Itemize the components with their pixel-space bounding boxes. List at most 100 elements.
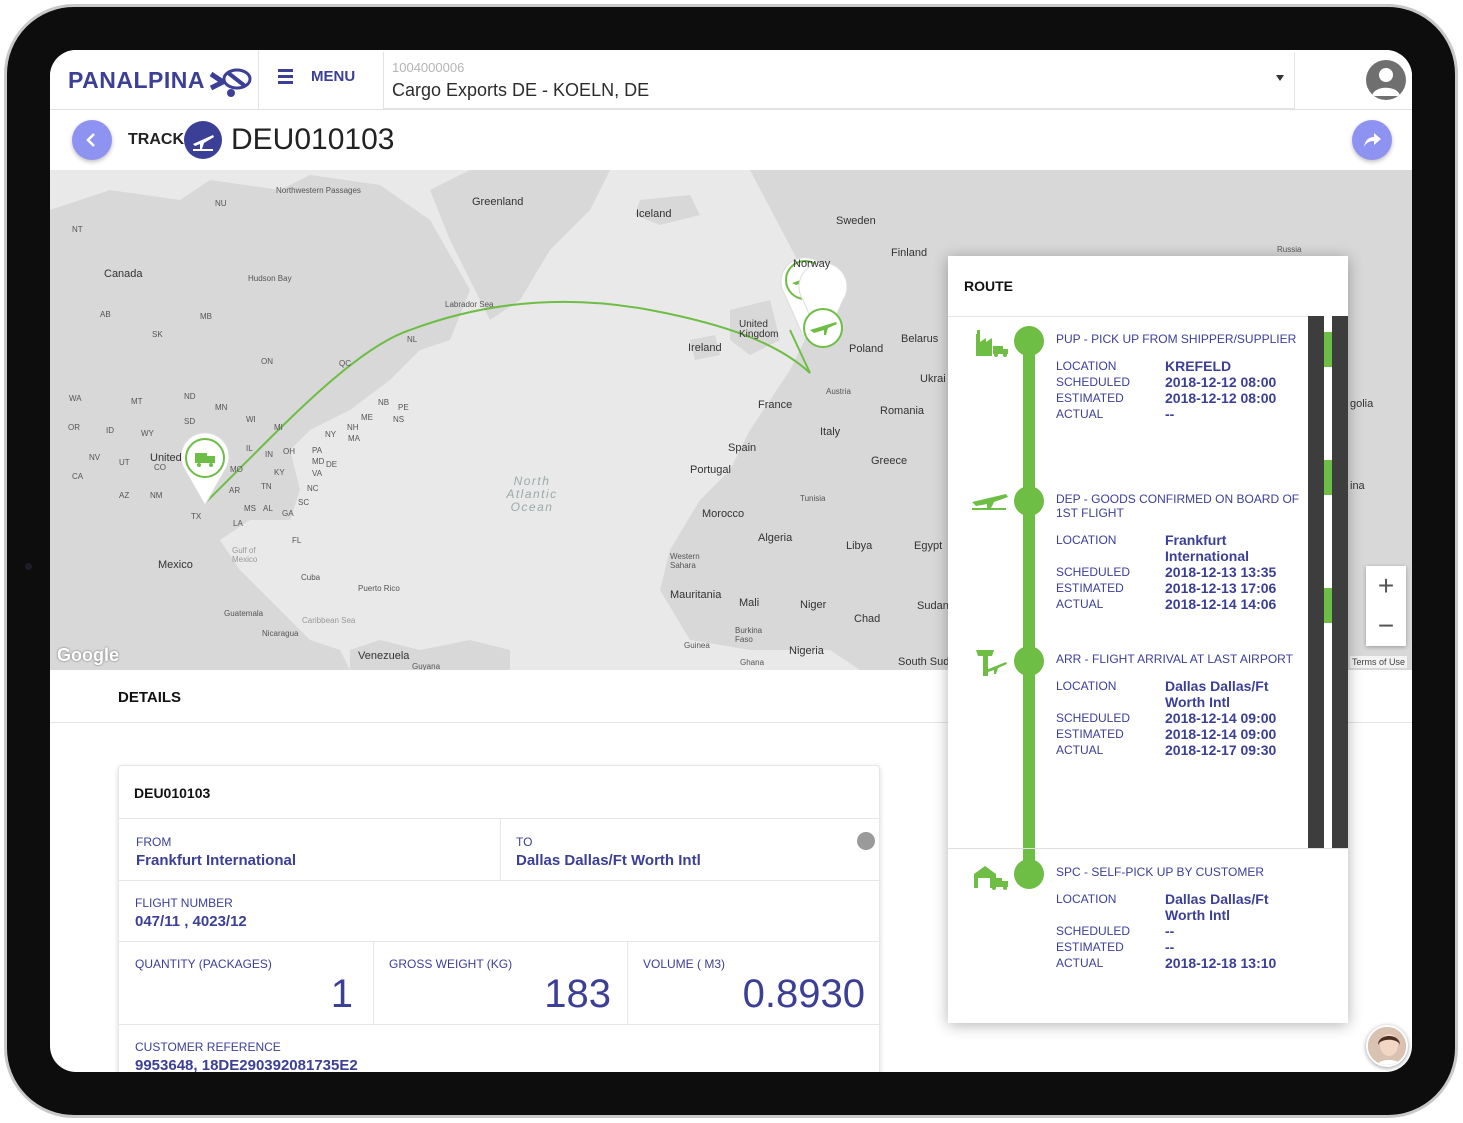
route-title: ROUTE <box>964 278 1013 294</box>
location-value: KREFELD <box>1165 358 1232 374</box>
map-label: Tunisia <box>800 494 826 503</box>
map-label: Canada <box>104 268 143 280</box>
zoom-controls: + − <box>1366 566 1406 646</box>
scheduled-label: SCHEDULED <box>1056 924 1131 938</box>
map-label: ON <box>261 357 273 366</box>
map-label: Austria <box>826 387 851 396</box>
weight-value: 183 <box>544 972 611 1016</box>
menu-label: MENU <box>311 68 356 85</box>
map-label: ID <box>106 426 114 435</box>
map-label: MI <box>274 423 283 432</box>
map-label: ND <box>184 392 196 401</box>
timeline-dot <box>1014 646 1044 676</box>
map-label: Libya <box>846 540 873 552</box>
map-label: PE <box>398 403 409 412</box>
step-title: DEP - GOODS CONFIRMED ON BOARD OF 1ST FL… <box>1056 492 1300 520</box>
reference-row: CUSTOMER REFERENCE 9953648, 18DE29039208… <box>119 1024 881 1072</box>
map-label: NB <box>378 398 390 407</box>
shipment-card: DEU010103 FROM Frankfurt International T… <box>118 765 881 1072</box>
map-label: WY <box>141 429 154 438</box>
map-label: NL <box>407 335 418 344</box>
map-label: MO <box>230 465 243 474</box>
map-label: NH <box>347 423 359 432</box>
map-label: Guinea <box>684 641 710 650</box>
back-button[interactable] <box>72 120 112 160</box>
location-value: Dallas Dallas/Ft Worth Intl <box>1165 678 1269 710</box>
map-label: Mexico <box>158 559 193 571</box>
map-label: Spain <box>728 442 757 454</box>
quantity-value: 1 <box>330 972 353 1016</box>
map-label: MD <box>312 457 325 466</box>
caret-down-icon <box>1276 75 1284 81</box>
map-label: Algeria <box>758 532 793 544</box>
map-label: KY <box>274 468 285 477</box>
location-label: LOCATION <box>1056 359 1117 373</box>
map-label: Chad <box>854 613 881 625</box>
map-label: QC <box>339 359 351 368</box>
weight-label: GROSS WEIGHT (KG) <box>389 957 513 971</box>
terms-link[interactable]: Terms of Use <box>1350 656 1408 668</box>
map-label: CA <box>72 472 84 481</box>
map-label: SK <box>152 330 163 339</box>
divider <box>627 942 628 1025</box>
map-label: MB <box>200 312 212 321</box>
map-label: Guatemala <box>224 609 264 618</box>
scheduled-label: SCHEDULED <box>1056 375 1131 389</box>
hamburger-icon <box>278 69 293 84</box>
location-label: LOCATION <box>1056 892 1117 906</box>
map-label: AZ <box>119 491 130 500</box>
volume-label: VOLUME ( M3) <box>643 957 726 971</box>
map-label: PA <box>312 446 323 455</box>
step-title: ARR - FLIGHT ARRIVAL AT LAST AIRPORT <box>1056 652 1293 666</box>
map-label: Northwestern Passages <box>276 186 361 195</box>
location-value: Dallas Dallas/Ft Worth Intl <box>1165 891 1269 923</box>
map-label: NT <box>72 225 83 234</box>
account-name: Cargo Exports DE - KOELN, DE <box>392 80 650 100</box>
map-label: AB <box>100 310 111 319</box>
tracking-number: DEU010103 <box>231 123 395 156</box>
actual-label: ACTUAL <box>1056 743 1104 757</box>
zoom-out-icon[interactable]: − <box>1366 606 1406 646</box>
map-label: NC <box>307 484 319 493</box>
account-select[interactable]: 1004000006 Cargo Exports DE - KOELN, DE <box>383 52 1295 109</box>
flight-row: FLIGHT NUMBER 047/11 , 4023/12 <box>119 880 881 941</box>
divider <box>500 819 501 880</box>
zoom-in-icon[interactable]: + <box>1366 566 1406 606</box>
map-label: TN <box>261 482 272 491</box>
share-button[interactable] <box>1352 120 1392 160</box>
map-label: Romania <box>880 405 925 417</box>
map-label: North Atlantic Ocean <box>506 474 558 514</box>
map-label: Ghana <box>740 658 765 667</box>
map-label: ina <box>1350 480 1365 492</box>
map-label: Sudan <box>917 600 949 612</box>
menu-button[interactable]: MENU <box>278 68 355 85</box>
map-label: NM <box>150 491 163 500</box>
map-label: CO <box>154 463 166 472</box>
card-title: DEU010103 <box>134 785 211 801</box>
map-label: IL <box>246 444 253 453</box>
support-avatar[interactable] <box>1366 1025 1408 1067</box>
map-label: Labrador Sea <box>445 300 494 309</box>
step-title: PUP - PICK UP FROM SHIPPER/SUPPLIER <box>1056 332 1297 346</box>
camera <box>25 563 32 570</box>
map-label: Mali <box>739 597 760 609</box>
estimated-value: -- <box>1165 939 1175 955</box>
map-label: WI <box>246 415 256 424</box>
actual-value: -- <box>1165 406 1175 422</box>
map-label: TX <box>191 512 202 521</box>
actual-value: 2018-12-17 09:30 <box>1165 742 1277 758</box>
warehouse-truck-icon <box>974 866 1008 890</box>
user-icon[interactable] <box>1366 60 1406 100</box>
map-label: Portugal <box>690 464 731 476</box>
customer-ref-value: 9953648, 18DE290392081735E2 <box>135 1057 358 1072</box>
actual-label: ACTUAL <box>1056 407 1104 421</box>
panalpina-logo[interactable]: PANALPINA <box>68 60 255 100</box>
divider <box>948 848 1348 849</box>
map-label: AL <box>263 504 273 513</box>
map-label: OR <box>68 423 80 432</box>
estimated-value: 2018-12-13 17:06 <box>1165 580 1277 596</box>
map-label: ME <box>361 413 373 422</box>
from-to-row: FROM Frankfurt International TO Dallas D… <box>119 818 881 880</box>
scheduled-value: -- <box>1165 923 1175 939</box>
route-scrollbar[interactable] <box>1308 316 1348 848</box>
